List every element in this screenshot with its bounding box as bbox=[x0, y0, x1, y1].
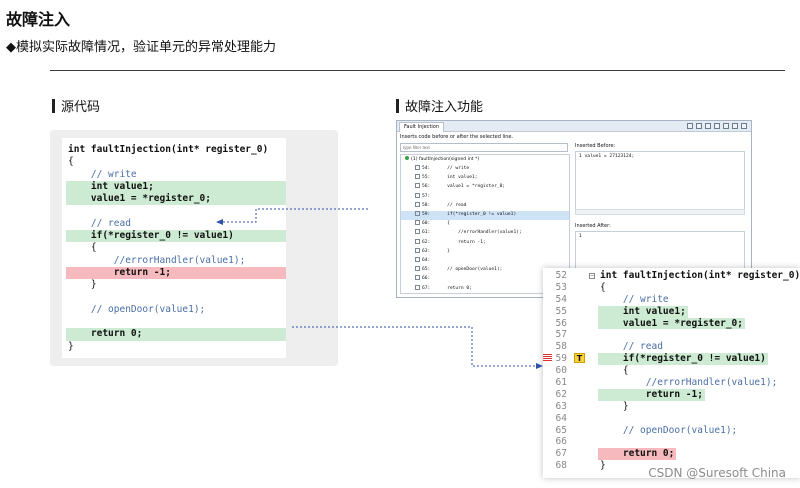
connector-panel-to-source bbox=[222, 208, 368, 223]
watermark: CSDN @Suresoft China bbox=[648, 466, 786, 480]
arrow-head-icon bbox=[536, 363, 543, 369]
connector-source-to-zoom bbox=[292, 326, 538, 367]
arrow-head-icon bbox=[216, 219, 223, 225]
connector-lines bbox=[216, 208, 543, 369]
